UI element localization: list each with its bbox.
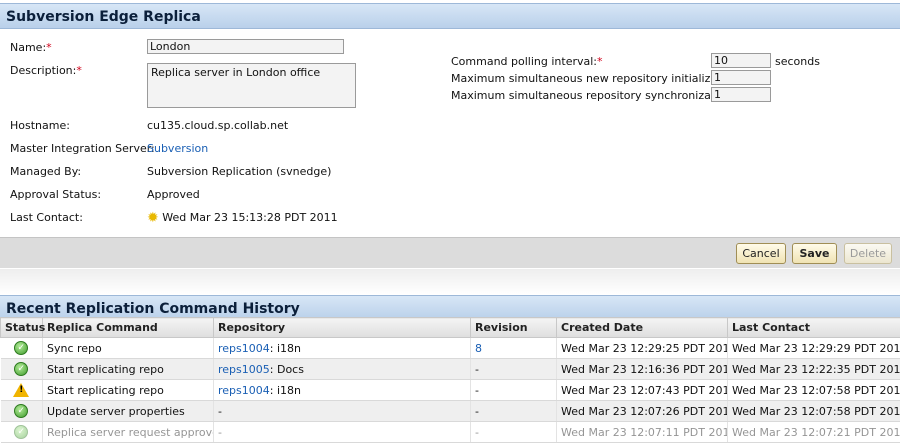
save-button[interactable]: Save [792, 243, 837, 264]
repo-link[interactable]: reps1004 [218, 342, 270, 355]
delete-button[interactable]: Delete [844, 243, 892, 264]
polling-interval-input[interactable] [711, 53, 771, 68]
success-icon: ✓ [14, 404, 29, 418]
row-last-contact: Wed Mar 23 12:22:35 PDT 2011 [727, 358, 900, 380]
master-server-label: Master Integration Server: [10, 142, 155, 155]
repo-link[interactable]: reps1004 [218, 384, 270, 397]
description-textarea[interactable]: Replica server in London office [147, 63, 356, 108]
warning-icon [13, 383, 30, 397]
table-row: Start replicating repo reps1004: i18n - … [0, 379, 900, 401]
col-created-date[interactable]: Created Date [556, 317, 728, 338]
row-repository: reps1005: Docs [213, 358, 471, 380]
col-replica-command[interactable]: Replica Command [42, 317, 214, 338]
col-revision[interactable]: Revision [470, 317, 557, 338]
row-created: Wed Mar 23 12:16:36 PDT 2011 [556, 358, 728, 380]
polling-interval-label: Command polling interval:* [451, 55, 603, 68]
hostname-value: cu135.cloud.sp.collab.net [147, 119, 289, 132]
description-label: Description:* [10, 64, 82, 77]
name-label: Name:* [10, 41, 52, 54]
row-created: Wed Mar 23 12:29:25 PDT 2011 [556, 337, 728, 359]
row-revision: - [470, 421, 557, 443]
row-revision: - [470, 358, 557, 380]
row-last-contact: Wed Mar 23 12:29:29 PDT 2011 [727, 337, 900, 359]
name-input[interactable] [147, 39, 344, 54]
row-created: Wed Mar 23 12:07:26 PDT 2011 [556, 400, 728, 422]
row-last-contact: Wed Mar 23 12:07:58 PDT 2011 [727, 379, 900, 401]
col-status[interactable]: Status [0, 317, 45, 338]
approval-status-value: Approved [147, 188, 200, 201]
success-icon: ✓ [14, 341, 29, 355]
table-row: ✓ Start replicating repo reps1005: Docs … [0, 358, 900, 380]
col-last-contact[interactable]: Last Contact [727, 317, 900, 338]
row-revision: - [470, 379, 557, 401]
col-repository[interactable]: Repository [213, 317, 471, 338]
cancel-button[interactable]: Cancel [736, 243, 786, 264]
row-command: Replica server request approved [42, 421, 214, 443]
row-last-contact: Wed Mar 23 12:07:21 PDT 2011 [727, 421, 900, 443]
row-command: Update server properties [42, 400, 214, 422]
row-repository: reps1004: i18n [213, 379, 471, 401]
table-row: ✓ Replica server request approved - - We… [0, 421, 900, 443]
max-init-label: Maximum simultaneous new repository init… [451, 72, 753, 85]
row-repository: reps1004: i18n [213, 337, 471, 359]
history-table-header: Status Replica Command Repository Revisi… [0, 317, 900, 338]
row-created: Wed Mar 23 12:07:43 PDT 2011 [556, 379, 728, 401]
history-table: Status Replica Command Repository Revisi… [0, 317, 900, 443]
row-command: Start replicating repo [42, 379, 214, 401]
table-row: ✓ Sync repo reps1004: i18n 8 Wed Mar 23 … [0, 337, 900, 359]
hostname-label: Hostname: [10, 119, 70, 132]
approval-status-label: Approval Status: [10, 188, 102, 201]
row-last-contact: Wed Mar 23 12:07:58 PDT 2011 [727, 400, 900, 422]
sun-icon: ✹ [147, 210, 159, 226]
max-init-input[interactable] [711, 70, 771, 85]
success-icon: ✓ [14, 362, 29, 376]
row-revision: 8 [470, 337, 557, 359]
replica-panel-title: Subversion Edge Replica [0, 3, 900, 29]
repo-link[interactable]: reps1005 [218, 363, 270, 376]
row-revision: - [470, 400, 557, 422]
success-icon: ✓ [14, 425, 29, 439]
master-server-link[interactable]: Subversion [147, 142, 208, 155]
revision-link[interactable]: 8 [475, 342, 482, 355]
max-sync-input[interactable] [711, 87, 771, 102]
panel-separator [0, 269, 900, 295]
last-contact-label: Last Contact: [10, 211, 83, 224]
managed-by-label: Managed By: [10, 165, 82, 178]
polling-unit: seconds [775, 55, 820, 68]
managed-by-value: Subversion Replication (svnedge) [147, 165, 332, 178]
row-repository: - [213, 421, 471, 443]
row-command: Start replicating repo [42, 358, 214, 380]
row-created: Wed Mar 23 12:07:11 PDT 2011 [556, 421, 728, 443]
table-row: ✓ Update server properties - - Wed Mar 2… [0, 400, 900, 422]
last-contact-value: ✹ Wed Mar 23 15:13:28 PDT 2011 [147, 210, 338, 226]
button-bar: Cancel Save Delete [0, 237, 900, 268]
row-repository: - [213, 400, 471, 422]
row-command: Sync repo [42, 337, 214, 359]
max-sync-label: Maximum simultaneous repository synchron… [451, 89, 747, 102]
